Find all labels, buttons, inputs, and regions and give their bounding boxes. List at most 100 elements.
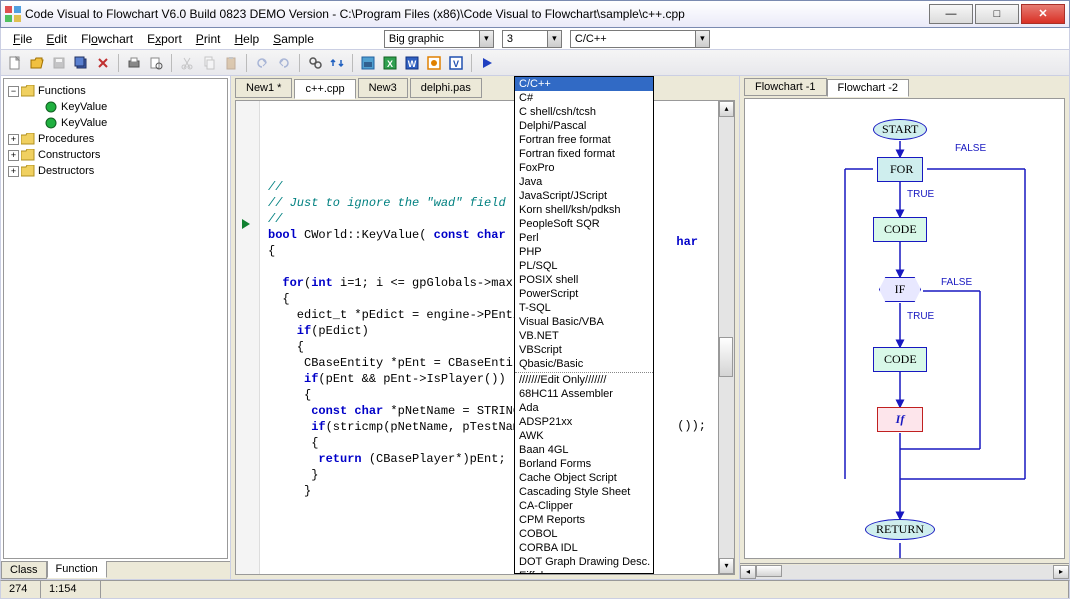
- function-tree[interactable]: −Functions KeyValue KeyValue +Procedures…: [3, 78, 228, 559]
- lang-option[interactable]: Ada: [515, 401, 653, 415]
- lang-option[interactable]: Borland Forms: [515, 457, 653, 471]
- lang-option[interactable]: PeopleSoft SQR: [515, 217, 653, 231]
- tree-folder-label[interactable]: Constructors: [38, 149, 100, 161]
- copy-icon[interactable]: [199, 53, 219, 73]
- maximize-button[interactable]: □: [975, 4, 1019, 24]
- saveall-icon[interactable]: [71, 53, 91, 73]
- lang-option[interactable]: Visual Basic/VBA: [515, 315, 653, 329]
- lang-option[interactable]: Fortran free format: [515, 133, 653, 147]
- editor-vscroll[interactable]: ▴ ▾: [718, 101, 734, 574]
- flowchart-tab[interactable]: Flowchart -1: [744, 78, 827, 96]
- lang-option[interactable]: C/C++: [515, 77, 653, 91]
- tab-class[interactable]: Class: [1, 562, 47, 579]
- lang-option[interactable]: ADSP21xx: [515, 415, 653, 429]
- lang-option[interactable]: 68HC11 Assembler: [515, 387, 653, 401]
- lang-option[interactable]: CA-Clipper: [515, 499, 653, 513]
- language-dropdown-list[interactable]: C/C++C#C shell/csh/tcshDelphi/PascalFort…: [514, 76, 654, 574]
- export-svg-icon[interactable]: [424, 53, 444, 73]
- redo-icon[interactable]: [274, 53, 294, 73]
- lang-option[interactable]: JavaScript/JScript: [515, 189, 653, 203]
- graphic-size-combo[interactable]: Big graphic ▾: [384, 30, 494, 48]
- lang-option[interactable]: POSIX shell: [515, 273, 653, 287]
- scroll-right-icon[interactable]: ▸: [1053, 565, 1069, 579]
- lang-option[interactable]: AWK: [515, 429, 653, 443]
- flowchart-canvas[interactable]: START FOR CODE IF CODE If RETURN END FAL…: [744, 98, 1065, 559]
- export-visio-icon[interactable]: V: [446, 53, 466, 73]
- lang-option[interactable]: Java: [515, 175, 653, 189]
- lang-option[interactable]: Baan 4GL: [515, 443, 653, 457]
- lang-option[interactable]: CPM Reports: [515, 513, 653, 527]
- lang-option[interactable]: Eiffel: [515, 569, 653, 574]
- export-bmp-icon[interactable]: [358, 53, 378, 73]
- dropdown-icon[interactable]: ▾: [479, 31, 493, 47]
- lang-option[interactable]: Cache Object Script: [515, 471, 653, 485]
- scroll-down-icon[interactable]: ▾: [719, 558, 734, 574]
- number-combo[interactable]: 3 ▾: [502, 30, 562, 48]
- scroll-track[interactable]: [719, 117, 734, 558]
- tree-folder-label[interactable]: Destructors: [38, 165, 94, 177]
- export-excel-icon[interactable]: X: [380, 53, 400, 73]
- menu-help[interactable]: Help: [228, 30, 265, 48]
- lang-option[interactable]: Cascading Style Sheet: [515, 485, 653, 499]
- expand-icon[interactable]: +: [8, 134, 19, 145]
- scroll-up-icon[interactable]: ▴: [719, 101, 734, 117]
- refresh-icon[interactable]: [327, 53, 347, 73]
- menu-print[interactable]: Print: [190, 30, 227, 48]
- lang-option[interactable]: DOT Graph Drawing Desc.: [515, 555, 653, 569]
- save-icon[interactable]: [49, 53, 69, 73]
- run-icon[interactable]: [477, 53, 497, 73]
- lang-option[interactable]: C#: [515, 91, 653, 105]
- menu-edit[interactable]: Edit: [40, 30, 73, 48]
- file-tab[interactable]: delphi.pas: [410, 78, 482, 98]
- lang-option[interactable]: FoxPro: [515, 161, 653, 175]
- dropdown-icon[interactable]: ▾: [547, 31, 561, 47]
- flowchart-hscroll[interactable]: ◂ ▸: [740, 563, 1069, 579]
- expand-icon[interactable]: +: [8, 166, 19, 177]
- scroll-track[interactable]: [756, 565, 1053, 579]
- paste-icon[interactable]: [221, 53, 241, 73]
- menu-flowchart[interactable]: Flowchart: [75, 30, 139, 48]
- scroll-thumb[interactable]: [756, 565, 782, 577]
- export-word-icon[interactable]: W: [402, 53, 422, 73]
- print-icon[interactable]: [124, 53, 144, 73]
- menu-sample[interactable]: Sample: [267, 30, 320, 48]
- lang-option[interactable]: Korn shell/ksh/pdksh: [515, 203, 653, 217]
- lang-option[interactable]: Fortran fixed format: [515, 147, 653, 161]
- close-button[interactable]: ✕: [1021, 4, 1065, 24]
- code-editor[interactable]: // // Just to ignore the "wad" field // …: [235, 100, 735, 575]
- lang-option[interactable]: Qbasic/Basic: [515, 357, 653, 371]
- tree-folder-label[interactable]: Procedures: [38, 133, 94, 145]
- lang-option[interactable]: VB.NET: [515, 329, 653, 343]
- file-tab[interactable]: New1 *: [235, 78, 292, 98]
- lang-option[interactable]: C shell/csh/tcsh: [515, 105, 653, 119]
- print-preview-icon[interactable]: [146, 53, 166, 73]
- menu-file[interactable]: File: [7, 30, 38, 48]
- lang-option[interactable]: COBOL: [515, 527, 653, 541]
- undo-icon[interactable]: [252, 53, 272, 73]
- delete-icon[interactable]: [93, 53, 113, 73]
- lang-option[interactable]: VBScript: [515, 343, 653, 357]
- lang-option[interactable]: PL/SQL: [515, 259, 653, 273]
- file-tab[interactable]: New3: [358, 78, 408, 98]
- new-icon[interactable]: [5, 53, 25, 73]
- lang-option[interactable]: PHP: [515, 245, 653, 259]
- lang-option[interactable]: ///////Edit Only///////: [515, 372, 653, 387]
- tree-item-label[interactable]: KeyValue: [61, 101, 107, 113]
- tab-function[interactable]: Function: [47, 561, 107, 578]
- minimize-button[interactable]: —: [929, 4, 973, 24]
- tree-item-label[interactable]: KeyValue: [61, 117, 107, 129]
- expand-icon[interactable]: +: [8, 150, 19, 161]
- dropdown-icon[interactable]: ▾: [695, 31, 709, 47]
- lang-option[interactable]: Perl: [515, 231, 653, 245]
- collapse-icon[interactable]: −: [8, 86, 19, 97]
- find-icon[interactable]: [305, 53, 325, 73]
- lang-option[interactable]: CORBA IDL: [515, 541, 653, 555]
- scroll-left-icon[interactable]: ◂: [740, 565, 756, 579]
- lang-option[interactable]: T-SQL: [515, 301, 653, 315]
- file-tab[interactable]: c++.cpp: [294, 79, 355, 99]
- menu-export[interactable]: Export: [141, 30, 188, 48]
- cut-icon[interactable]: [177, 53, 197, 73]
- scroll-thumb[interactable]: [719, 337, 733, 377]
- lang-option[interactable]: Delphi/Pascal: [515, 119, 653, 133]
- open-icon[interactable]: [27, 53, 47, 73]
